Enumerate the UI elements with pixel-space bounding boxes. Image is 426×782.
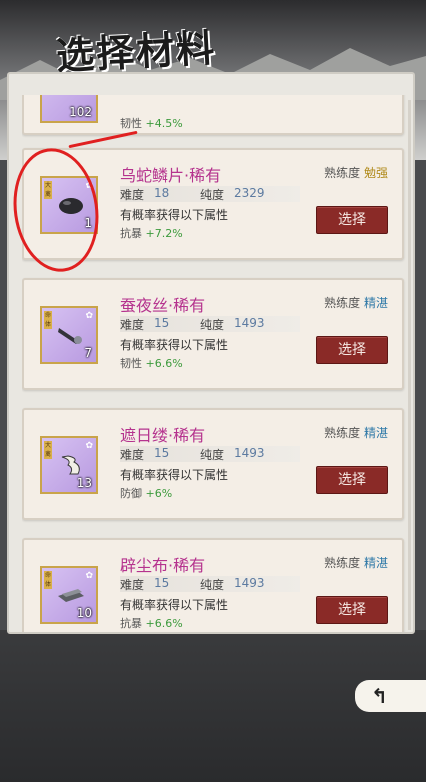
attribute-bonus: +4.5%	[145, 117, 183, 130]
attribute-name: 防御	[120, 487, 142, 500]
purity-value: 1493	[234, 576, 265, 590]
material-attribute: 韧性 +6.6%	[120, 355, 183, 371]
purity-label: 纯度	[200, 448, 225, 462]
material-stats: 难度 15 纯度 1493	[120, 446, 300, 462]
difficulty-value: 15	[154, 446, 170, 460]
select-button[interactable]: 选择	[316, 336, 388, 364]
proficiency-level: 精湛	[363, 426, 388, 440]
material-name: 乌蛇鳞片·稀有	[120, 166, 222, 185]
fabric-item-icon	[58, 589, 84, 602]
chance-text: 有概率获得以下属性	[120, 598, 229, 612]
attribute-name: 韧性	[120, 357, 142, 370]
material-name: 遮日缕·稀有	[120, 426, 206, 445]
purity-label: 纯度	[200, 318, 225, 332]
material-thumbnail: 命体 ✿ 10	[40, 566, 98, 624]
list-scrollbar[interactable]	[408, 100, 411, 630]
proficiency-label: 熟练度	[324, 296, 361, 310]
material-thumbnail: 大禽 ✿ 13	[40, 436, 98, 494]
material-card[interactable]: 命体 ✿ 7 蚕夜丝·稀有 熟练度 精湛 难度 15 纯度 1493 有概率获得…	[22, 278, 404, 390]
corner-ornament-icon: ✿	[85, 441, 93, 451]
chance-text: 有概率获得以下属性	[120, 338, 229, 352]
purity-value: 2329	[234, 186, 265, 200]
proficiency: 熟练度 勉强	[324, 164, 388, 181]
difficulty-label: 难度	[120, 318, 145, 332]
material-quantity: 10	[76, 606, 92, 620]
proficiency-level: 精湛	[363, 296, 388, 310]
difficulty-value: 18	[154, 186, 170, 200]
silk-item-icon	[58, 328, 82, 344]
material-thumbnail: 命体 ✿ 7	[40, 306, 98, 364]
attribute-name: 抗暴	[120, 617, 142, 630]
select-button[interactable]: 选择	[316, 206, 388, 234]
material-quantity: 13	[76, 476, 92, 490]
cloth-item-icon	[61, 455, 80, 475]
material-quantity: 102	[69, 105, 92, 119]
proficiency-label: 熟练度	[324, 556, 361, 570]
chance-text: 有概率获得以下属性	[120, 468, 229, 482]
chance-text: 有概率获得以下属性	[120, 208, 229, 222]
material-quantity: 7	[84, 346, 92, 360]
material-name: 蚕夜丝·稀有	[120, 296, 206, 315]
proficiency-label: 熟练度	[324, 166, 361, 180]
back-arrow-icon: ↰	[371, 684, 388, 708]
attribute-bonus: +7.2%	[145, 227, 183, 240]
material-tag: 命体	[44, 311, 52, 329]
difficulty-label: 难度	[120, 188, 145, 202]
corner-ornament-icon: ✿	[85, 311, 93, 321]
proficiency-level: 精湛	[363, 556, 388, 570]
material-stats: 难度 15 纯度 1493	[120, 576, 300, 592]
proficiency: 熟练度 精湛	[324, 424, 388, 441]
difficulty-value: 15	[154, 316, 170, 330]
material-attribute: 防御 +6%	[120, 485, 172, 501]
purity-label: 纯度	[200, 188, 225, 202]
attribute-name: 韧性	[120, 117, 142, 130]
material-attribute: 韧性 +4.5%	[120, 115, 183, 131]
material-card-partial[interactable]: 102 韧性 +4.5%	[22, 95, 404, 135]
attribute-bonus: +6.6%	[145, 617, 183, 630]
proficiency-level: 勉强	[363, 166, 388, 180]
material-name: 辟尘布·稀有	[120, 556, 206, 575]
material-stats: 难度 15 纯度 1493	[120, 316, 300, 332]
select-button[interactable]: 选择	[316, 596, 388, 624]
material-thumbnail: 102	[40, 95, 98, 123]
material-attribute: 抗暴 +7.2%	[120, 225, 183, 241]
difficulty-label: 难度	[120, 448, 145, 462]
back-button[interactable]: ↰	[355, 680, 426, 712]
corner-ornament-icon: ✿	[85, 571, 93, 581]
proficiency: 熟练度 精湛	[324, 554, 388, 571]
material-attribute: 抗暴 +6.6%	[120, 615, 183, 631]
attribute-bonus: +6.6%	[145, 357, 183, 370]
purity-value: 1493	[234, 446, 265, 460]
material-card[interactable]: 大禽 ✿ 13 遮日缕·稀有 熟练度 精湛 难度 15 纯度 1493 有概率获…	[22, 408, 404, 520]
purity-value: 1493	[234, 316, 265, 330]
difficulty-value: 15	[154, 576, 170, 590]
purity-label: 纯度	[200, 578, 225, 592]
attribute-name: 抗暴	[120, 227, 142, 240]
material-card[interactable]: 命体 ✿ 10 辟尘布·稀有 熟练度 精湛 难度 15 纯度 1493 有概率获…	[22, 538, 404, 632]
material-tag: 命体	[44, 571, 52, 589]
attribute-bonus: +6%	[145, 487, 173, 500]
proficiency-label: 熟练度	[324, 426, 361, 440]
difficulty-label: 难度	[120, 578, 145, 592]
material-tag: 大禽	[44, 441, 52, 459]
material-stats: 难度 18 纯度 2329	[120, 186, 300, 202]
select-button[interactable]: 选择	[316, 466, 388, 494]
proficiency: 熟练度 精湛	[324, 294, 388, 311]
